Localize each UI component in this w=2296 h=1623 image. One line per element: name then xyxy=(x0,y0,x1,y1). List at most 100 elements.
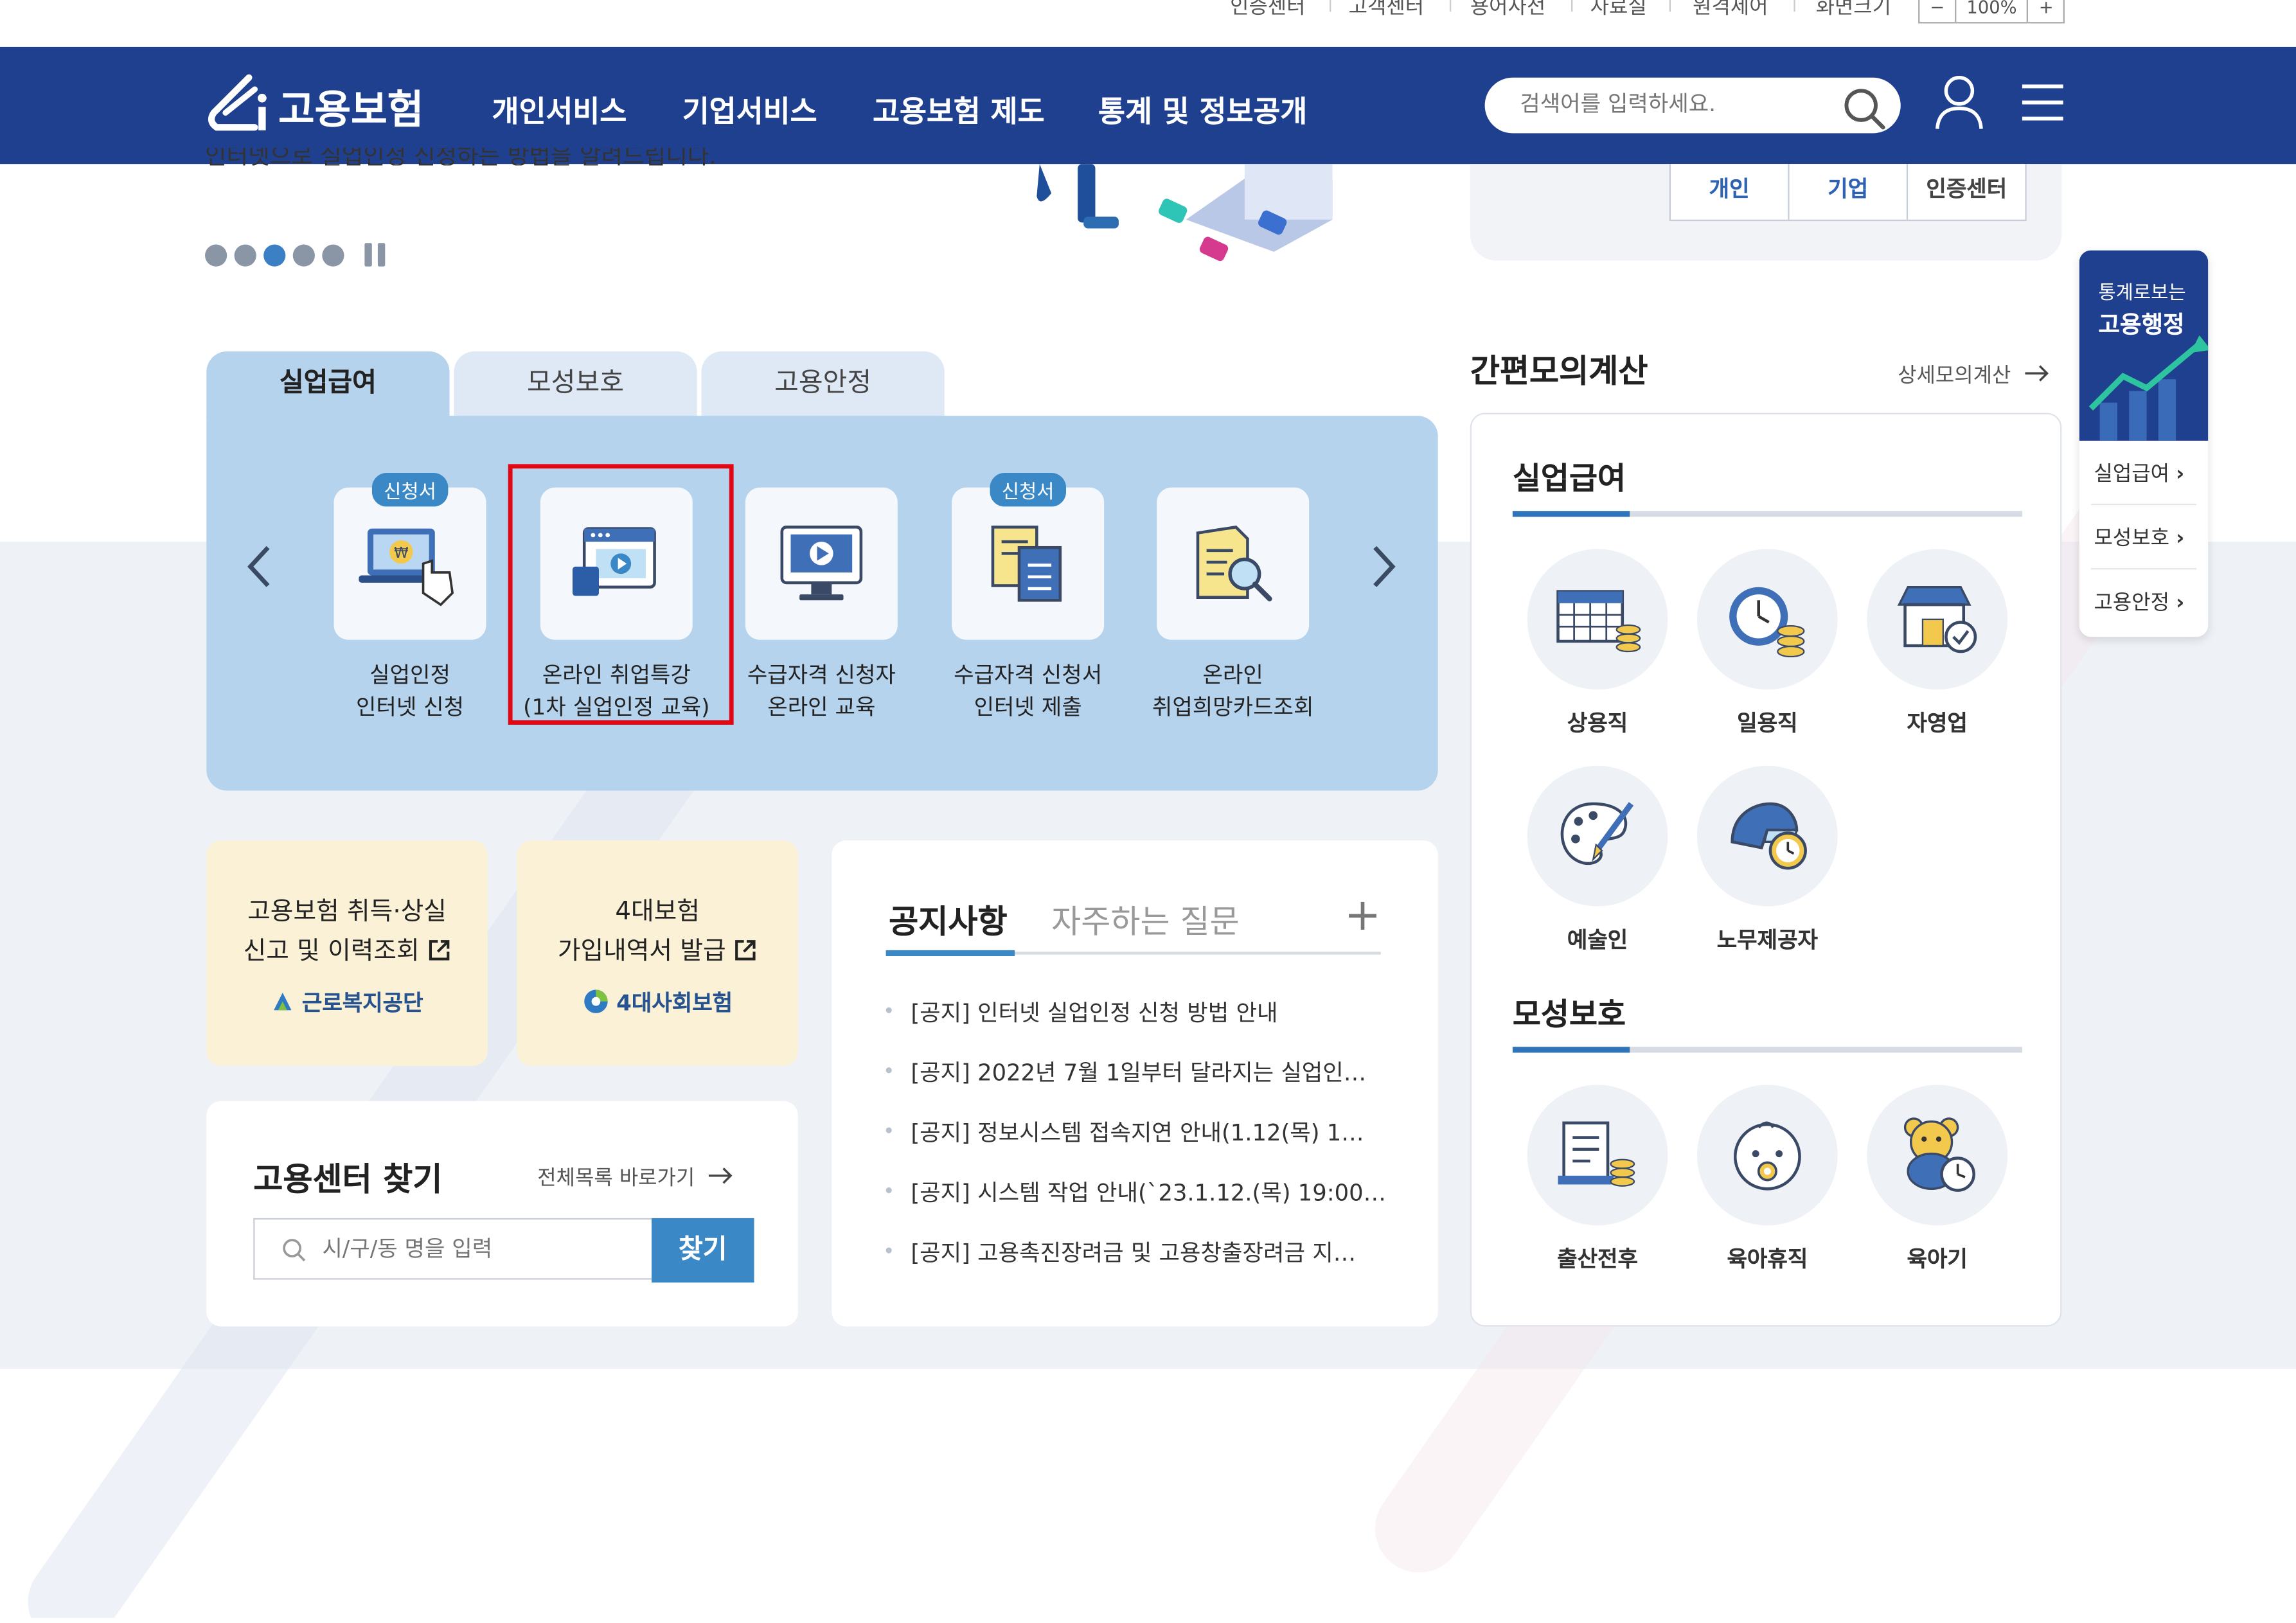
chevron-right-icon[interactable] xyxy=(1367,542,1400,591)
util-link-remote[interactable]: 원격제어 xyxy=(1693,0,1768,21)
login-tab-personal[interactable]: 개인 xyxy=(1671,164,1790,220)
tab-unemployment[interactable]: 실업급여 xyxy=(206,351,450,419)
section-underline xyxy=(1512,511,2022,517)
calc-item-label: 자영업 xyxy=(1907,710,1968,737)
calc-item-regular[interactable]: 상용직 xyxy=(1513,549,1682,738)
nav-business[interactable]: 기업서비스 xyxy=(682,88,817,130)
login-tab-cert-center[interactable]: 인증센터 xyxy=(1908,164,2025,220)
calc-item-daily[interactable]: 일용직 xyxy=(1682,549,1852,738)
service-item[interactable]: 신청서 ₩ 실업인정 인터넷 신청 xyxy=(308,473,513,723)
calc-item-self-employed[interactable]: 자영업 xyxy=(1853,549,2022,738)
service-item[interactable]: 수급자격 신청자 온라인 교육 xyxy=(719,487,924,723)
notice-item[interactable]: [공지] 인터넷 실업인정 신청 방법 안내 xyxy=(885,996,1391,1056)
util-link-auth[interactable]: 인증센터 xyxy=(1230,0,1305,21)
arrow-right-icon xyxy=(708,1167,733,1184)
more-plus-icon[interactable]: + xyxy=(1344,890,1381,941)
util-link-support[interactable]: 고객센터 xyxy=(1349,0,1424,21)
application-badge: 신청서 xyxy=(371,473,449,507)
side-link-unemployment[interactable]: 실업급여 › xyxy=(2094,458,2185,488)
zoom-in-button[interactable]: + xyxy=(2029,0,2064,22)
calc-item-childcare-period[interactable]: 육아기 xyxy=(1853,1085,2022,1274)
slide-dot[interactable] xyxy=(292,244,315,266)
ext-card-brand: 근로복지공단 xyxy=(206,987,488,1018)
calc-item-artist[interactable]: 예술인 xyxy=(1513,765,1682,955)
slide-dot[interactable] xyxy=(234,244,256,266)
center-search-input[interactable] xyxy=(319,1234,633,1264)
calc-item-maternity-leave[interactable]: 출산전후 xyxy=(1513,1085,1682,1274)
util-link-library[interactable]: 자료실 xyxy=(1590,0,1647,21)
notice-item[interactable]: [공지] 시스템 작업 안내(`23.1.12.(목) 19:00 … xyxy=(885,1176,1391,1236)
notice-item[interactable]: [공지] 정보시스템 접속지연 안내(1.12(목) 1… xyxy=(885,1115,1391,1175)
main-navbar: 고용보험 개인서비스 기업서비스 고용보험 제도 통계 및 정보공개 xyxy=(0,46,2296,164)
service-icon-box xyxy=(745,487,898,640)
hero-illustration xyxy=(1037,164,1333,262)
divider xyxy=(1330,0,1331,12)
tab-maternity[interactable]: 모성보호 xyxy=(454,351,697,419)
logo-mark-icon xyxy=(208,74,267,131)
search-input[interactable] xyxy=(1517,89,1831,119)
calc-item-label: 상용직 xyxy=(1567,710,1628,737)
pause-icon[interactable] xyxy=(360,243,386,267)
slider-indicator xyxy=(205,243,386,267)
monitor-play-icon xyxy=(780,526,863,601)
nav-personal[interactable]: 개인서비스 xyxy=(492,88,627,130)
calc-item-parental-leave[interactable]: 육아휴직 xyxy=(1682,1085,1852,1274)
service-item[interactable]: 온라인 취업희망카드조회 xyxy=(1130,487,1335,723)
center-finder-title: 고용센터 찾기 xyxy=(253,1162,443,1200)
stats-banner-line1: 통계로보는 xyxy=(2098,282,2186,305)
comwel-logo-icon xyxy=(274,992,292,1011)
zoom-value: 100% xyxy=(1956,0,2029,22)
slide-dot[interactable] xyxy=(322,244,344,266)
document-submit-icon xyxy=(991,526,1062,602)
site-logo[interactable]: 고용보험 xyxy=(205,64,423,146)
laptop-won-touch-icon: ₩ xyxy=(359,528,454,607)
zoom-out-button[interactable]: − xyxy=(1919,0,1957,22)
divider xyxy=(1571,0,1573,12)
ext-card-title: 고용보험 취득·상실 신고 및 이력조회 xyxy=(206,893,488,972)
search-box xyxy=(1484,77,1901,134)
clock-coins-icon xyxy=(1697,549,1838,690)
chart-trend-icon xyxy=(2088,335,2209,441)
divider xyxy=(2090,568,2197,570)
logo-text: 고용보험 xyxy=(278,87,424,133)
tab-notice[interactable]: 공지사항 xyxy=(889,896,1008,943)
stats-banner-line2: 고용행정 xyxy=(2098,310,2185,339)
store-check-icon xyxy=(1867,549,2008,690)
svg-text:₩: ₩ xyxy=(394,545,409,562)
service-icon-box: 신청서 xyxy=(952,473,1105,640)
side-link-maternity[interactable]: 모성보호 › xyxy=(2094,522,2185,552)
notice-item[interactable]: [공지] 2022년 7월 1일부터 달라지는 실업인… xyxy=(885,1056,1391,1115)
nav-statistics[interactable]: 통계 및 정보공개 xyxy=(1098,88,1307,130)
notice-item[interactable]: [공지] 고용촉진장려금 및 고용창출장려금 지… xyxy=(885,1236,1391,1295)
notice-card: 공지사항 자주하는 질문 + [공지] 인터넷 실업인정 신청 방법 안내 [공… xyxy=(832,840,1438,1327)
ext-card-insurance-report[interactable]: 고용보험 취득·상실 신고 및 이력조회 근로복지공단 xyxy=(206,840,488,1066)
external-link-icon xyxy=(429,940,449,961)
search-icon[interactable] xyxy=(1840,85,1887,132)
slide-dot-active[interactable] xyxy=(263,244,286,266)
calc-title: 간편모의계산 xyxy=(1470,354,1648,391)
service-tabs: 실업급여 모성보호 고용안정 xyxy=(206,351,948,419)
chevron-left-icon[interactable] xyxy=(243,542,275,591)
tab-faq[interactable]: 자주하는 질문 xyxy=(1051,896,1240,943)
login-tab-business[interactable]: 기업 xyxy=(1790,164,1909,220)
side-link-stability[interactable]: 고용안정 › xyxy=(2094,587,2185,617)
calc-detail-link[interactable]: 상세모의계산 xyxy=(1898,360,2049,390)
tab-employment-stability[interactable]: 고용안정 xyxy=(701,351,945,419)
calc-section-title: 모성보호 xyxy=(1512,997,1626,1033)
service-item[interactable]: 신청서 수급자격 신청서 인터넷 제출 xyxy=(925,473,1130,723)
util-link-glossary[interactable]: 용어사전 xyxy=(1470,0,1545,21)
user-icon[interactable] xyxy=(1933,73,1986,132)
center-list-link[interactable]: 전체목록 바로가기 xyxy=(537,1162,733,1192)
application-badge: 신청서 xyxy=(990,473,1066,507)
slide-dot[interactable] xyxy=(205,244,227,266)
stats-banner[interactable]: 통계로보는 고용행정 xyxy=(2079,250,2209,441)
calc-item-label: 출산전후 xyxy=(1557,1246,1638,1273)
divider xyxy=(2090,503,2197,506)
ext-card-4major-insurance[interactable]: 4대보험 가입내역서 발급 4대사회보험 xyxy=(517,840,798,1066)
center-search-button[interactable]: 찾기 xyxy=(652,1218,754,1283)
calc-item-label: 일용직 xyxy=(1737,710,1798,737)
hamburger-menu-icon[interactable] xyxy=(2021,82,2065,123)
center-finder-card: 고용센터 찾기 전체목록 바로가기 찾기 xyxy=(206,1101,798,1327)
nav-system[interactable]: 고용보험 제도 xyxy=(873,88,1044,130)
calc-item-platform-worker[interactable]: 노무제공자 xyxy=(1682,765,1852,955)
